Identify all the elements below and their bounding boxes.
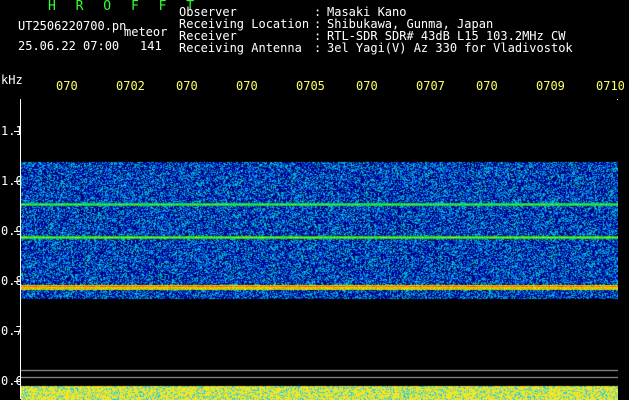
y-tick-mark xyxy=(14,381,20,382)
time-label: 070 xyxy=(56,79,78,93)
y-tick-mark xyxy=(14,231,20,232)
info-colon: : xyxy=(314,41,322,55)
time-label: 070 xyxy=(356,79,378,93)
detector-label: meteor xyxy=(124,25,168,39)
time-label: 070 xyxy=(476,79,498,93)
y-tick-mark xyxy=(14,281,20,282)
y-axis-unit: kHz xyxy=(1,73,23,87)
spectrogram-canvas xyxy=(21,100,618,400)
meteor-count: 141 xyxy=(140,39,162,53)
station-code-title: H R O F F T xyxy=(48,0,201,14)
y-tick-mark xyxy=(14,131,20,132)
time-label: 0707 xyxy=(416,79,445,93)
time-label: 0709 xyxy=(536,79,565,93)
time-label: 0710 xyxy=(596,79,625,93)
time-label: 070 xyxy=(176,79,198,93)
time-label: 0702 xyxy=(116,79,145,93)
file-name: UT2506220700.pn xyxy=(18,19,127,33)
y-tick-mark xyxy=(14,181,20,182)
info-value-antenna: 3el Yagi(V) Az 330 for Vladivostok xyxy=(327,41,573,55)
time-label: 070 xyxy=(236,79,258,93)
observation-datetime: 25.06.22 07:00 xyxy=(18,39,120,53)
info-label-antenna: Receiving Antenna xyxy=(179,41,302,55)
time-label: 0705 xyxy=(296,79,325,93)
spectrogram-screen: H R O F F T UT2506220700.pn meteor 25.06… xyxy=(0,0,629,400)
y-tick-mark xyxy=(14,331,20,332)
